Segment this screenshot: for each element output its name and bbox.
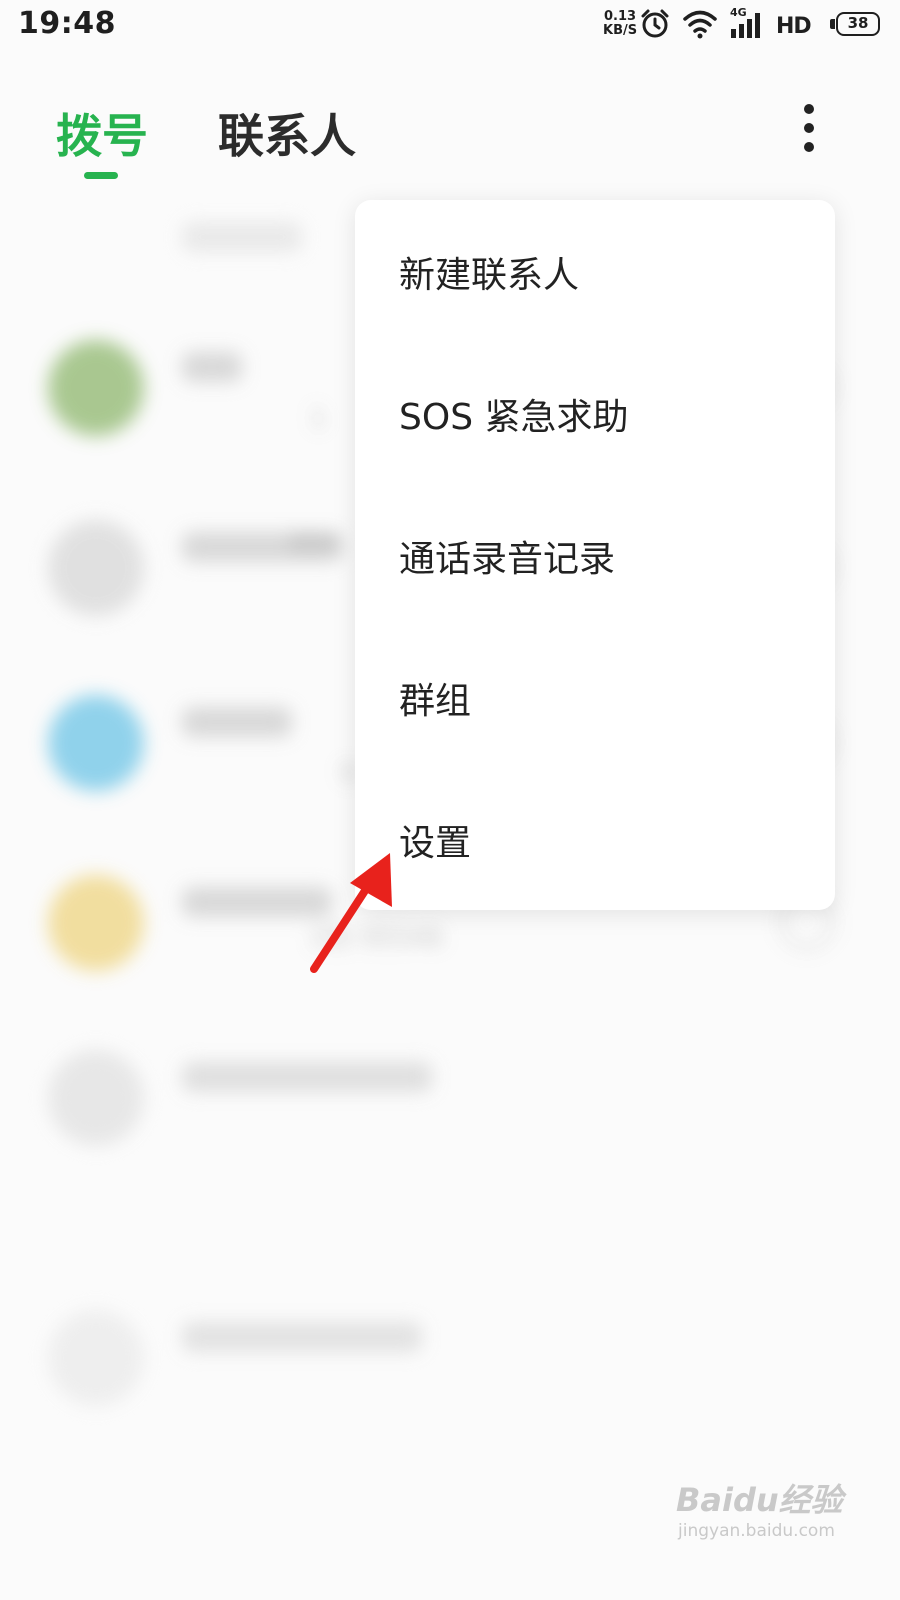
call-detail: 1 [310,404,327,434]
avatar [48,1310,144,1406]
more-options-button[interactable] [790,98,830,158]
annotation-arrow-icon [310,853,392,973]
menu-item-settings[interactable]: 设置 [355,768,835,910]
battery-indicator: 38 [836,12,880,36]
contact-name-placeholder [182,1322,422,1352]
list-item[interactable] [0,1030,900,1200]
menu-item-groups[interactable]: 群组 [355,626,835,768]
network-speed: 0.13 KB/S [603,10,637,38]
watermark-logo: Baidu经验 [676,1481,843,1519]
status-time: 19:48 [18,6,116,41]
menu-item-new-contact[interactable]: 新建联系人 [355,200,835,342]
watermark: Baidu经验 jingyan.baidu.com [676,1475,843,1541]
menu-item-label: SOS 紧急求助 [399,397,629,438]
network-type-label: 4G [730,6,747,19]
overflow-menu: 新建联系人 SOS 紧急求助 通话录音记录 群组 设置 [355,200,835,910]
more-dot-icon [804,142,814,152]
more-dot-icon [804,123,814,133]
contact-name-placeholder [182,707,292,737]
menu-item-label: 群组 [399,681,472,722]
avatar [48,340,144,436]
status-bar: 19:48 0.13 KB/S 4G HD 38 [0,0,900,54]
avatar [48,520,144,616]
tab-contacts[interactable]: 联系人 [218,100,356,166]
menu-item-sos[interactable]: SOS 紧急求助 [355,342,835,484]
contact-name-placeholder [182,352,242,382]
battery-tip [830,19,835,29]
network-speed-value: 0.13 [604,9,637,24]
menu-item-label: 通话录音记录 [399,539,616,580]
avatar [48,695,144,791]
hd-voice-icon: HD [776,14,812,39]
avatar [48,875,144,971]
list-item[interactable] [0,1290,900,1460]
contact-name-placeholder [182,1062,432,1092]
menu-item-label: 新建联系人 [399,255,580,296]
tab-dial[interactable]: 拨号 [56,100,148,166]
watermark-url: jingyan.baidu.com [678,1521,835,1541]
network-speed-unit: KB/S [603,23,638,38]
avatar [48,1050,144,1146]
menu-item-call-recordings[interactable]: 通话录音记录 [355,484,835,626]
active-tab-indicator [84,172,118,179]
call-detail: 004 [290,528,340,558]
contact-name-placeholder [182,222,302,252]
wifi-icon [683,10,717,39]
more-dot-icon [804,104,814,114]
alarm-icon [641,9,669,38]
